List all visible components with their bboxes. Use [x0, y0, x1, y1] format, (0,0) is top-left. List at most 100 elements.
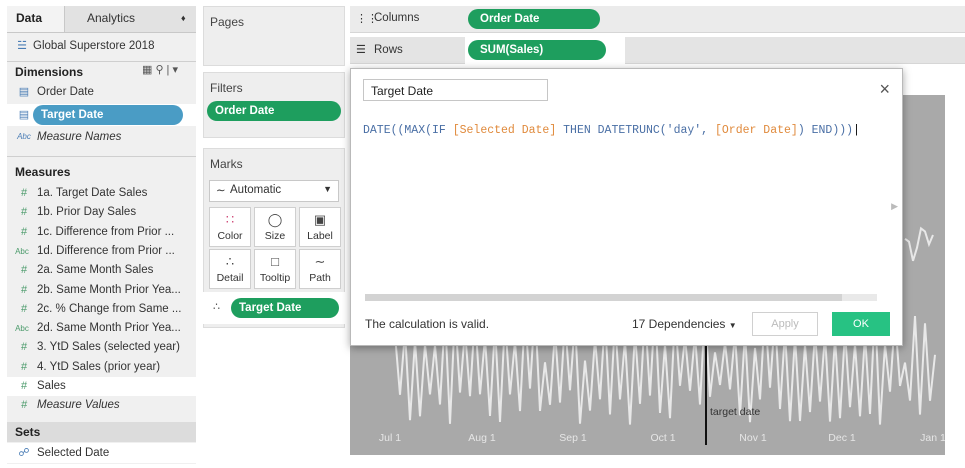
datasource-icon: ☱ [17, 40, 27, 52]
calc-calendar-icon: ▤ [18, 109, 30, 121]
abc-icon: Abc [15, 324, 29, 334]
measure-label: 1d. Difference from Prior ... [37, 244, 175, 257]
columns-label: Columns [374, 12, 420, 24]
calendar-icon: ▤ [18, 86, 30, 98]
measure-item[interactable]: Abc 1d. Difference from Prior ... [7, 242, 196, 261]
dependencies-label: 17 Dependencies [632, 317, 726, 331]
columns-shelf[interactable]: ⋮⋮ Columns [350, 6, 965, 33]
rows-shelf[interactable]: ☰ Rows [350, 37, 965, 64]
x-tick-label: Aug 1 [468, 432, 496, 444]
x-tick-label: Sep 1 [559, 432, 587, 444]
data-pane-tabs: Data Analytics ♦ [7, 6, 196, 33]
formula-editor[interactable]: DATE((MAX(IF [Selected Date] THEN DATETR… [363, 124, 860, 137]
set-selected-date[interactable]: ☍ Selected Date [7, 443, 196, 463]
filters-card[interactable]: Filters Order Date [203, 72, 345, 138]
measure-item[interactable]: #3. YtD Sales (selected year) [7, 338, 196, 357]
measure-item[interactable]: #1b. Prior Day Sales [7, 203, 196, 222]
abc-icon: Abc [15, 246, 29, 256]
horizontal-scrollbar[interactable] [365, 294, 877, 301]
scrollbar-thumb[interactable] [365, 294, 842, 301]
label-icon: ▣ [313, 212, 327, 227]
marks-title: Marks [210, 157, 243, 171]
path-icon: ∼ [314, 254, 326, 269]
tooltip-button[interactable]: □ Tooltip [254, 249, 296, 289]
detail-small-icon: ∴ [213, 301, 220, 313]
number-icon: # [20, 302, 28, 315]
close-icon[interactable]: × [879, 79, 890, 100]
x-tick-label: Jul 1 [379, 432, 401, 444]
measure-item[interactable]: #1a. Target Date Sales [7, 184, 196, 203]
number-icon: # [20, 399, 28, 412]
caret-down-icon: ▼ [728, 321, 737, 330]
set-icon: ☍ [18, 447, 30, 459]
filters-title: Filters [210, 81, 243, 95]
measure-label: Sales [37, 380, 66, 392]
measure-label: 1b. Prior Day Sales [37, 206, 137, 219]
calc-name-input[interactable]: Target Date [363, 79, 548, 101]
formula-token: [Selected Date] [452, 124, 557, 137]
color-icon: ∷ [225, 212, 235, 227]
line-icon: ∼ [216, 185, 226, 197]
datasource-name: Global Superstore 2018 [33, 40, 155, 52]
data-pane: Data Analytics ♦ ☱ Global Superstore 201… [7, 6, 196, 464]
formula-token: THEN DATETRUNC('day', [556, 124, 715, 137]
measure-label: 3. YtD Sales (selected year) [37, 341, 180, 354]
measure-item[interactable]: #2b. Same Month Prior Yea... [7, 281, 196, 300]
measure-item[interactable]: # Measure Values [7, 396, 196, 415]
expand-arrow-icon[interactable]: ▶ [891, 201, 898, 212]
number-icon: # [20, 206, 28, 219]
detail-button[interactable]: ∴ Detail [209, 249, 251, 289]
sales-line-path-right [904, 226, 934, 262]
formula-token: DATE((MAX(IF [363, 124, 453, 137]
size-label: Size [264, 230, 286, 242]
detail-label: Detail [216, 272, 244, 284]
color-button[interactable]: ∷ Color [209, 207, 251, 247]
tab-analytics[interactable]: Analytics [87, 6, 135, 32]
ok-button[interactable]: OK [832, 312, 890, 336]
target-date-highlight-pill[interactable]: Target Date [33, 105, 183, 125]
filter-order-date-pill[interactable]: Order Date [207, 101, 341, 121]
label-button[interactable]: ▣ Label [299, 207, 341, 247]
dimension-measure-names[interactable]: Abc Measure Names [7, 127, 196, 147]
formula-token: ) END))) [797, 124, 854, 137]
measure-item[interactable]: #2c. % Change from Same ... [7, 300, 196, 319]
detail-icon: ∴ [225, 254, 235, 269]
apply-button[interactable]: Apply [752, 312, 818, 336]
tab-menu-icon[interactable]: ♦ [181, 6, 186, 32]
measure-item[interactable]: #2a. Same Month Sales [7, 261, 196, 280]
path-button[interactable]: ∼ Path [299, 249, 341, 289]
dimension-order-date[interactable]: ▤ Order Date [7, 82, 196, 102]
pages-title: Pages [210, 15, 245, 29]
label-label: Label [307, 230, 333, 242]
dimension-target-date[interactable]: ▤ Target Date [7, 105, 196, 125]
measure-item[interactable]: # Sales [7, 377, 196, 396]
measure-item[interactable]: #4. YtD Sales (prior year) [7, 358, 196, 377]
path-label: Path [309, 272, 331, 284]
x-tick-label: Nov 1 [739, 432, 767, 444]
tab-data[interactable]: Data [7, 6, 65, 32]
dimensions-tools-icon[interactable]: ▦ ⚲ | ▾ [142, 63, 178, 76]
mark-type-dropdown[interactable]: ∼ Automatic ▼ [209, 180, 339, 202]
rows-label: Rows [374, 44, 403, 56]
dependencies-dropdown[interactable]: 17 Dependencies ▼ [632, 317, 737, 331]
pages-card[interactable]: Pages [203, 6, 345, 66]
number-icon: # [20, 225, 28, 238]
tooltip-icon: □ [271, 254, 279, 269]
x-tick-label: Dec 1 [828, 432, 856, 444]
rows-sum-sales-pill[interactable]: SUM(Sales) [468, 40, 606, 60]
measure-item[interactable]: #1c. Difference from Prior ... [7, 223, 196, 242]
measure-label: 2d. Same Month Prior Yea... [37, 322, 181, 335]
columns-order-date-pill[interactable]: Order Date [468, 9, 600, 29]
number-icon: # [20, 360, 28, 373]
number-icon: # [20, 341, 28, 354]
mark-type-value: Automatic [230, 184, 282, 196]
dimensions-header: Dimensions [15, 65, 84, 79]
measure-label: 1a. Target Date Sales [37, 187, 148, 199]
datasource-row[interactable]: ☱ Global Superstore 2018 [7, 36, 196, 56]
detail-target-date-pill[interactable]: Target Date [231, 298, 339, 318]
validation-status: The calculation is valid. [365, 317, 490, 331]
target-date-annotation: target date [710, 406, 761, 418]
size-button[interactable]: ◯ Size [254, 207, 296, 247]
number-icon: # [20, 187, 28, 199]
measure-item[interactable]: Abc 2d. Same Month Prior Yea... [7, 319, 196, 338]
